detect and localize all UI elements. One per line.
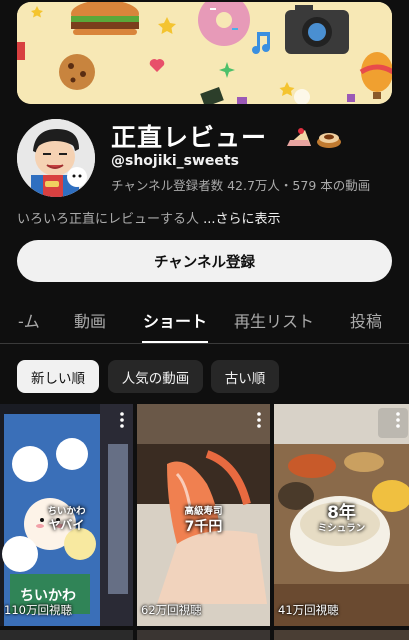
active-tab-indicator [142,341,208,343]
more-options-icon[interactable] [119,412,125,428]
chip-oldest[interactable]: 古い順 [211,360,279,393]
chip-newest[interactable]: 新しい順 [17,360,99,393]
short-view-count: 41万回視聴 [278,603,339,617]
channel-handle: @shojiki_sweets [111,153,239,169]
next-row-thumbnails [0,630,409,640]
description-text: いろいろ正直にレビューする人 [17,212,200,227]
channel-name-text: 正直レビュー [111,123,268,152]
short-overlay-caption: 高級寿司 [184,506,223,517]
channel-stats: チャンネル登録者数 42.7万人・579 本の動画 [111,178,371,193]
tab-posts[interactable]: 投稿 [350,308,382,332]
hamburger-icon [71,2,139,35]
tab-home[interactable]: -ム [18,308,40,332]
channel-description[interactable]: いろいろ正直にレビューする人 ...さらに表示 [17,208,281,227]
chip-popular[interactable]: 人気の動画 [108,360,203,393]
short-view-count: 62万回視聴 [141,603,202,617]
banner-artwork [17,2,392,104]
flag-icon [17,42,25,60]
show-more-link[interactable]: ...さらに表示 [199,212,280,227]
tab-playlists[interactable]: 再生リスト [234,308,314,332]
short-overlay-caption: ミシュラン [317,523,366,534]
tab-videos[interactable]: 動画 [74,308,106,332]
camera-icon [285,5,349,54]
avatar-illustration [17,119,95,197]
short-overlay-title: 7千円 [184,519,223,535]
channel-tabs: -ム 動画 ショート 再生リスト 投稿 [0,296,409,344]
short-thumbnail[interactable]: 8年 ミシュラン 41万回視聴 [274,404,409,626]
channel-avatar[interactable] [17,119,95,197]
cake-and-dessert-icon [286,128,341,148]
channel-name: 正直レビュー [111,118,343,154]
short-view-count: 110万回視聴 [4,603,72,617]
short-thumbnail[interactable]: ちいかわ ちいかわ ヤバイ 110万回視聴 [0,404,133,626]
more-options-icon[interactable] [395,412,401,428]
channel-banner [17,2,392,104]
short-overlay-title: ヤバイ [48,518,85,532]
short-overlay-caption: ちいかわ [47,506,86,517]
subscribe-button[interactable]: チャンネル登録 [17,240,392,282]
short-thumbnail[interactable]: 高級寿司 7千円 62万回視聴 [137,404,270,626]
cookie-icon [59,54,95,90]
more-options-icon[interactable] [256,412,262,428]
tab-shorts[interactable]: ショート [143,308,207,332]
